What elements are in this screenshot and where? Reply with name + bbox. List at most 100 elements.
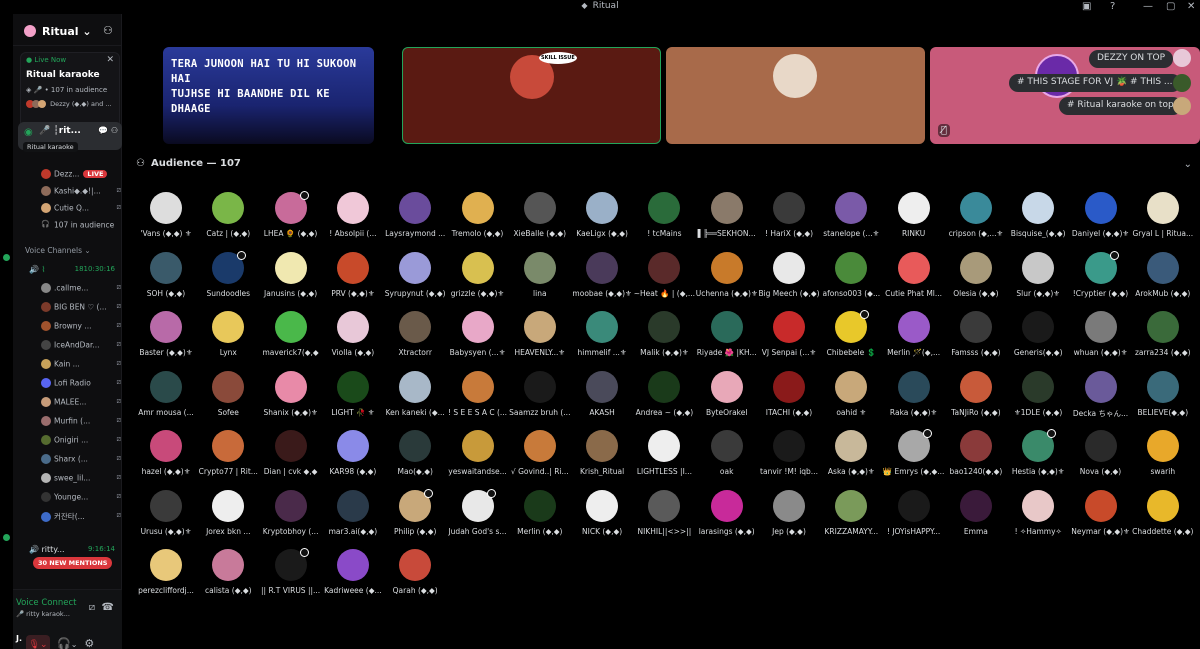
voice-connected-label[interactable]: Voice Connect <box>16 598 76 608</box>
audience-member[interactable]: zarra234 (◆,◆) <box>1132 311 1194 367</box>
screen-share-tile[interactable]: TERA JUNOON HAI TU HI SUKOON HAI TUJHSE … <box>163 47 374 144</box>
audience-member[interactable]: NICK (◆,◆) <box>571 489 633 546</box>
audience-member[interactable]: maverick7(◆,◆ <box>260 311 322 367</box>
audience-member[interactable]: Aska (◆,◆)⚜ <box>820 430 882 486</box>
audience-member[interactable]: Baster (◆,◆)⚜ <box>135 311 197 367</box>
audience-member[interactable]: Chibebele 💲 <box>820 310 882 367</box>
audience-member[interactable]: ! JOYisHAPPY... <box>883 489 945 546</box>
audience-member[interactable]: Janusins (◆,◆) <box>260 251 322 308</box>
audience-member[interactable]: himmelif ...⚜ <box>571 311 633 367</box>
inbox-icon[interactable]: ▣ <box>1082 1 1091 13</box>
audience-member[interactable]: Mao(◆,◆) <box>384 430 446 486</box>
audience-member[interactable]: cripson (◆,...⚜ <box>945 192 1007 248</box>
audience-member[interactable]: Saamzz bruh (... <box>509 370 571 427</box>
audience-member[interactable]: Olesia (◆,◆) <box>945 251 1007 308</box>
audience-member[interactable]: Emma <box>945 489 1007 546</box>
audience-member[interactable]: SOH (◆,◆) <box>135 251 197 308</box>
audience-member[interactable]: stanelope (...⚜ <box>820 192 882 248</box>
audience-member[interactable]: hazel (◆,◆)⚜ <box>135 430 197 486</box>
username[interactable]: J. <box>16 634 22 643</box>
voice-user[interactable]: Lofi Radio ⧄ <box>41 378 121 392</box>
voice-user[interactable]: swee_lil... ⧄ <box>41 473 121 487</box>
voice-user[interactable]: BIG BEN ♡ (... ⧄ <box>41 302 121 316</box>
stage-user[interactable]: Kashi◆.◆!|... ⧄ <box>41 186 121 200</box>
audience-member[interactable]: Ken kaneki (◆... <box>384 370 446 427</box>
audience-member[interactable]: Dian | cvk ◆,◆ <box>260 430 322 486</box>
audience-member[interactable]: Sundoodles <box>197 250 259 308</box>
audience-member[interactable]: VJ Senpai (...⚜ <box>758 311 820 367</box>
chevron-down-icon[interactable]: ⌄ <box>1184 159 1192 170</box>
audience-member[interactable]: lina <box>509 251 571 308</box>
stage-user[interactable]: Cutie Q... ⧄ <box>41 203 121 217</box>
audience-member[interactable]: grizzle (◆,◆)⚜ <box>447 251 509 308</box>
audience-member[interactable]: LIGHTLESS |I... <box>633 430 695 486</box>
voice-user[interactable]: Younge... ⧄ <box>41 492 121 506</box>
audience-member[interactable]: Laysraymond ... <box>384 192 446 248</box>
audience-member[interactable]: Famsss (◆,◆) <box>945 311 1007 367</box>
audience-member[interactable]: Krish_Ritual <box>571 430 633 486</box>
audience-member[interactable]: AKASH <box>571 370 633 427</box>
audience-member[interactable]: Violla (◆,◆) <box>322 311 384 367</box>
audience-member[interactable]: Urusu (◆,◆)⚜ <box>135 489 197 546</box>
audience-member[interactable]: ~Heat 🔥 | (◆,... <box>633 251 695 308</box>
audience-member[interactable]: calista (◆,◆) <box>197 549 259 605</box>
audience-member[interactable]: Slur (◆,◆)⚜ <box>1007 251 1069 308</box>
audience-member[interactable]: Jep (◆,◆) <box>758 489 820 546</box>
noise-suppression-icon[interactable]: ⧄ <box>89 602 95 613</box>
audience-member[interactable]: LIGHT 🥀 ⚜ <box>322 370 384 427</box>
audience-member[interactable]: ! ✧Hammy✧ <box>1007 489 1069 546</box>
audience-member[interactable]: moobae (◆,◆)⚜ <box>571 251 633 308</box>
audience-member[interactable]: √ Govind..| Ri... <box>509 430 571 486</box>
audience-member[interactable]: HEAVENLY...⚜ <box>509 311 571 367</box>
audience-member[interactable]: Malik (◆,◆)⚜ <box>633 311 695 367</box>
audience-member[interactable]: Philip (◆,◆) <box>384 488 446 546</box>
stage-topic-pill[interactable]: DEZZY ON TOP <box>1089 50 1173 68</box>
new-mentions-badge[interactable]: 30 NEW MENTIONS <box>33 557 113 569</box>
audience-member[interactable]: !Cryptier (◆,◆) <box>1070 250 1132 308</box>
audience-member[interactable]: KAR98 (◆,◆) <box>322 430 384 486</box>
audience-member[interactable]: Bisquise_(◆,◆) <box>1007 192 1069 248</box>
audience-member[interactable]: Tremolo (◆,◆) <box>447 192 509 248</box>
voice-channel[interactable]: 🔊 ritty... 9:16:14 <box>29 545 121 554</box>
channel-actions[interactable]: 💬 ⚇ <box>98 126 118 135</box>
audience-member[interactable]: Syrupynut (◆,◆) <box>384 251 446 308</box>
add-member-icon[interactable]: ⚇ <box>103 24 113 37</box>
audience-member[interactable]: Shanix (◆,◆)⚜ <box>260 370 322 427</box>
audience-member[interactable]: Daniyel (◆,◆)⚜ <box>1070 192 1132 248</box>
disconnect-icon[interactable]: ☎ <box>102 602 114 613</box>
audience-member[interactable]: BELIEVE(◆,◆) <box>1132 370 1194 427</box>
audience-member[interactable]: ! HariX (◆,◆) <box>758 192 820 248</box>
audience-member[interactable]: ⚜1DLE (◆,◆) <box>1007 370 1069 427</box>
audience-member[interactable]: Neymar (◆,◆)⚜ <box>1070 489 1132 546</box>
audience-member[interactable]: Merlin (◆,◆) <box>509 489 571 546</box>
voice-user[interactable]: IceAndDar... ⧄ <box>41 340 121 354</box>
voice-user[interactable]: Murfin (... ⧄ <box>41 416 121 430</box>
audience-member[interactable]: Hestia (◆,◆)⚜ <box>1007 429 1069 486</box>
speaker-tile[interactable] <box>666 47 925 144</box>
audience-member[interactable]: Nova (◆,◆) <box>1070 430 1132 486</box>
audience-member[interactable]: Gryal L | Ritua... <box>1132 192 1194 248</box>
audience-member[interactable]: Merlin 🪄(◆,... <box>883 311 945 367</box>
audience-member[interactable]: KRIZZAMAYY... <box>820 489 882 546</box>
audience-member[interactable]: whuan (◆,◆)⚜ <box>1070 311 1132 367</box>
audience-member[interactable]: Amr mousa (... <box>135 370 197 427</box>
audience-member[interactable]: ITACHI (◆,◆) <box>758 370 820 427</box>
audience-member[interactable]: Generis(◆,◆) <box>1007 311 1069 367</box>
audience-member[interactable]: KaeLigx (◆,◆) <box>571 192 633 248</box>
audience-member[interactable]: Riyade 🌺 |KH... <box>696 311 758 367</box>
stage-topic-pill[interactable]: # THIS STAGE FOR VJ 🪴 # THIS ... <box>1009 74 1181 92</box>
voice-user[interactable]: Browny ... ⧄ <box>41 321 121 335</box>
audience-member[interactable]: PRV (◆,◆)⚜ <box>322 251 384 308</box>
voice-panel-actions[interactable]: ⧄ ☎ <box>89 602 114 613</box>
audience-member[interactable]: RINKU <box>883 192 945 248</box>
audience-member[interactable]: ! S E E S A C (... <box>447 370 509 427</box>
voice-user[interactable]: Sharx (... ⧄ <box>41 454 121 468</box>
audience-member[interactable]: TaNJiRo (◆,◆) <box>945 370 1007 427</box>
audience-member[interactable]: tanvir !M! iqb... <box>758 430 820 486</box>
audience-member[interactable]: oak <box>696 430 758 486</box>
audience-member[interactable]: Kryptobhoy (... <box>260 489 322 546</box>
minimize-button[interactable]: — <box>1143 1 1153 13</box>
audience-member[interactable]: Uchenna (◆,◆)⚜ <box>696 251 758 308</box>
voice-channel[interactable]: 🔊 ⌇ 1810:30:16 <box>29 265 121 274</box>
stage-user[interactable]: 🎧 107 in audience <box>41 220 121 234</box>
